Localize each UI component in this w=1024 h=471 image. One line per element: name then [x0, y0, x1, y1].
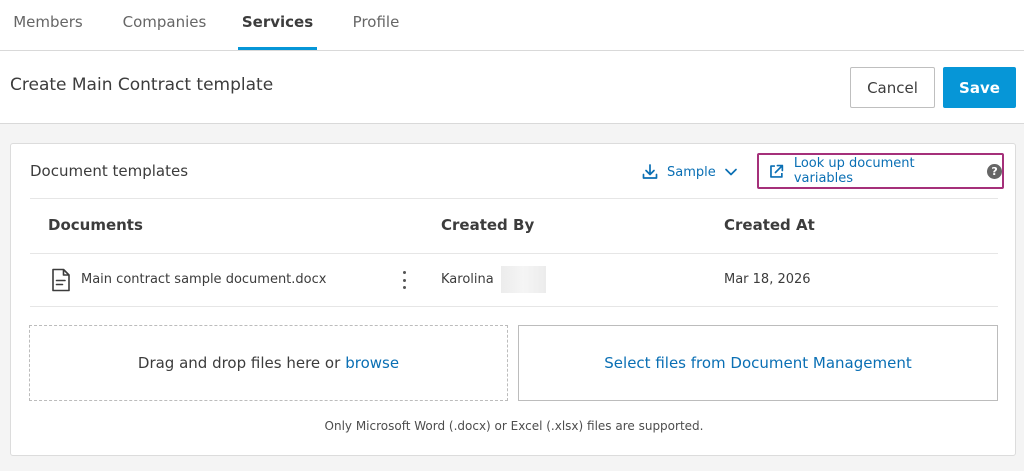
column-header-created-by: Created By — [441, 216, 535, 234]
redacted-surname — [501, 266, 546, 293]
help-icon[interactable]: ? — [987, 163, 1002, 179]
tab-services[interactable]: Services — [238, 0, 317, 50]
select-from-document-management-button[interactable]: Select files from Document Management — [518, 325, 998, 401]
chevron-down-icon — [724, 168, 737, 176]
column-header-created-at: Created At — [724, 216, 815, 234]
page-header: Create Main Contract template Cancel Sav… — [0, 51, 1024, 124]
download-icon — [642, 164, 658, 179]
column-header-documents: Documents — [48, 216, 143, 234]
browse-link[interactable]: browse — [345, 354, 399, 372]
top-nav: Members Companies Services Profile — [0, 0, 1024, 51]
divider — [30, 198, 998, 199]
sample-dropdown-button[interactable]: Sample — [641, 161, 738, 183]
save-button[interactable]: Save — [943, 67, 1016, 108]
divider — [30, 306, 998, 307]
supported-formats-note: Only Microsoft Word (.docx) or Excel (.x… — [324, 419, 704, 433]
sample-label: Sample — [667, 164, 716, 180]
divider — [30, 253, 998, 254]
file-dropzone[interactable]: Drag and drop files here or browse — [29, 325, 508, 401]
document-name[interactable]: Main contract sample document.docx — [81, 272, 326, 287]
created-by-value: Karolina — [441, 272, 494, 287]
card-title: Document templates — [30, 162, 189, 180]
created-at-value: Mar 18, 2026 — [724, 272, 811, 287]
cancel-button[interactable]: Cancel — [850, 67, 935, 108]
external-link-icon — [770, 164, 784, 178]
lookup-document-variables-link[interactable]: Look up document variables ? — [757, 153, 1004, 189]
document-templates-card: Document templates Sample Look up docume… — [10, 143, 1016, 456]
tab-profile[interactable]: Profile — [350, 0, 402, 50]
tab-members[interactable]: Members — [13, 0, 83, 50]
page-title: Create Main Contract template — [10, 75, 274, 95]
lookup-label: Look up document variables — [793, 156, 915, 186]
dropzone-text: Drag and drop files here or — [137, 354, 341, 372]
kebab-menu-icon[interactable] — [396, 269, 412, 291]
tab-companies[interactable]: Companies — [122, 0, 207, 50]
document-icon — [52, 268, 70, 292]
